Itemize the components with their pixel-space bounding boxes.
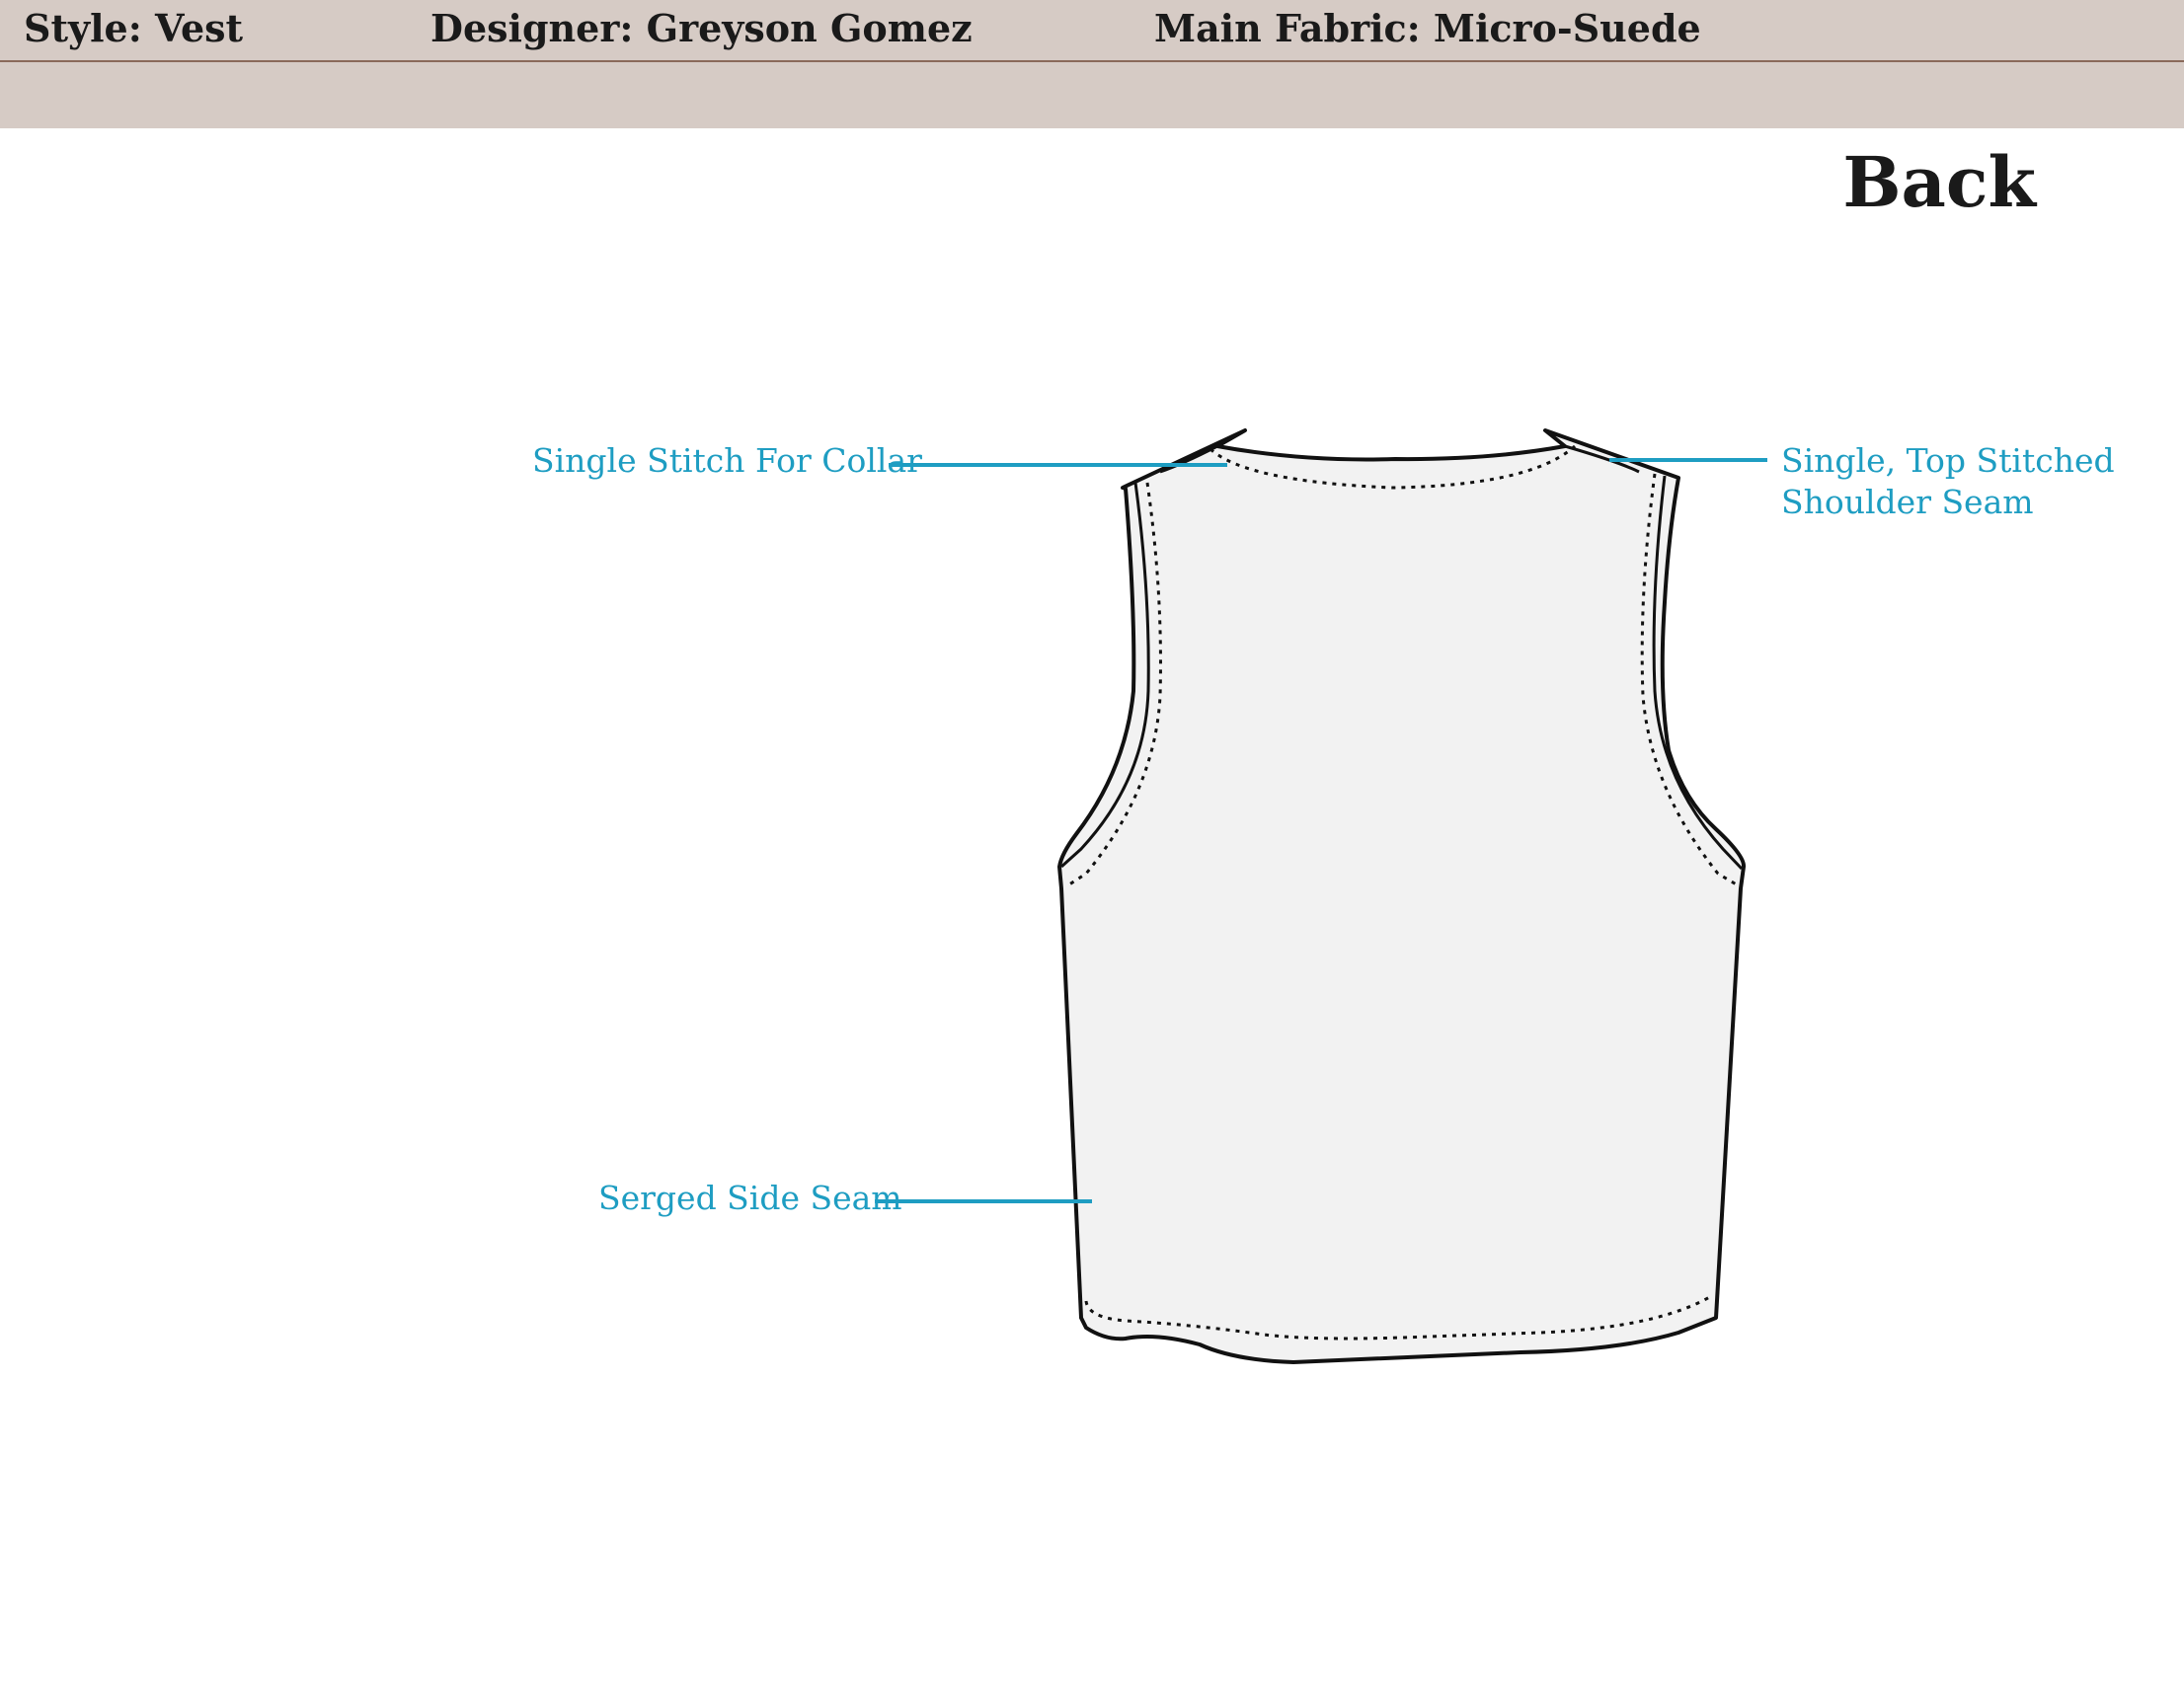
shoulder-callout-line2: Shoulder Seam (1781, 483, 2034, 521)
collar-callout: Single Stitch For Collar (532, 441, 922, 480)
shoulder-callout-line1: Single, Top Stitched (1781, 441, 2115, 480)
shoulder-callout: Single, Top Stitched Shoulder Seam (1781, 440, 2115, 523)
vest-flat-sketch (875, 428, 1767, 1364)
side-seam-callout: Serged Side Seam (598, 1179, 902, 1217)
vest-outline (1057, 428, 1746, 1364)
